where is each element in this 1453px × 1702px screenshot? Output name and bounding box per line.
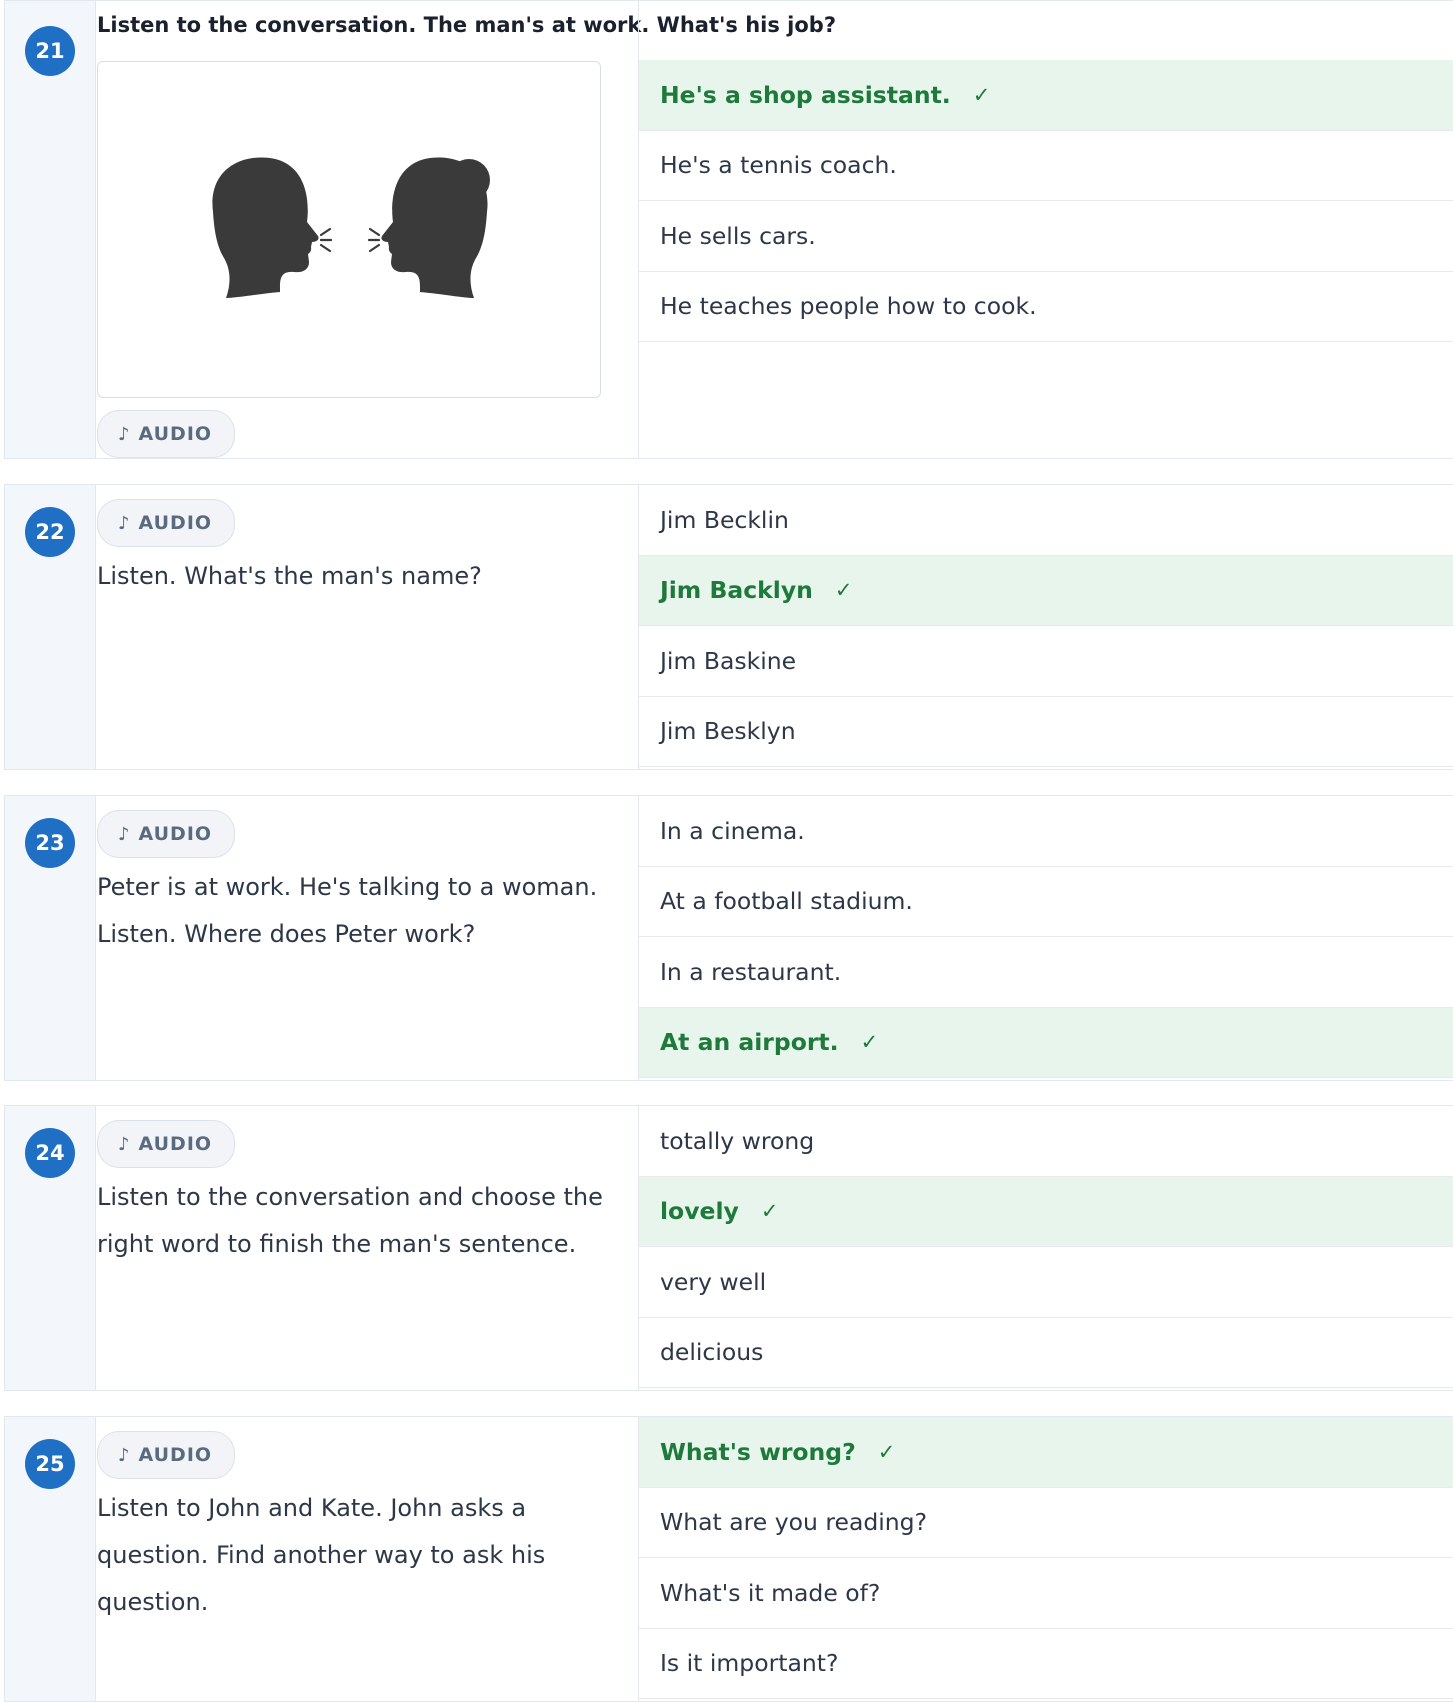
answer-text: He's a shop assistant. bbox=[660, 80, 951, 109]
answer-text: He sells cars. bbox=[660, 221, 816, 250]
question-card-24: 24 ♪ AUDIO Listen to the conversation an… bbox=[4, 1105, 1453, 1391]
answer-text: Jim Baskine bbox=[660, 646, 797, 675]
answer-text: delicious bbox=[660, 1338, 764, 1367]
question-number-badge: 25 bbox=[25, 1439, 75, 1489]
answer-text: Is it important? bbox=[660, 1649, 839, 1678]
answer-option[interactable]: He sells cars. bbox=[639, 201, 1453, 272]
music-note-icon: ♪ bbox=[118, 1444, 131, 1466]
answer-option[interactable]: He teaches people how to cook. bbox=[639, 272, 1453, 342]
checkmark-icon: ✓ bbox=[860, 1030, 879, 1055]
answer-text: At an airport. bbox=[660, 1028, 839, 1057]
question-image bbox=[97, 61, 601, 398]
answer-text: What's wrong? bbox=[660, 1437, 856, 1466]
answer-text: totally wrong bbox=[660, 1126, 815, 1155]
answer-option[interactable]: What's it made of? bbox=[639, 1558, 1453, 1629]
question-number-column: 22 bbox=[5, 485, 96, 769]
two-people-talking-icon bbox=[212, 157, 490, 298]
answer-option[interactable]: Is it important? bbox=[639, 1629, 1453, 1699]
audio-label: AUDIO bbox=[138, 423, 213, 445]
audio-label: AUDIO bbox=[138, 1444, 213, 1466]
question-card-25: 25 ♪ AUDIO Listen to John and Kate. John… bbox=[4, 1416, 1453, 1702]
answer-option[interactable]: In a cinema. bbox=[639, 796, 1453, 867]
answer-option-correct[interactable]: lovely ✓ bbox=[639, 1176, 1453, 1247]
checkmark-icon: ✓ bbox=[760, 1199, 779, 1224]
audio-button[interactable]: ♪ AUDIO bbox=[97, 499, 235, 547]
question-body: ♪ AUDIO Listen to the conversation and c… bbox=[97, 1106, 638, 1390]
question-number-badge: 23 bbox=[25, 818, 75, 868]
answer-option-correct[interactable]: Jim Backlyn ✓ bbox=[639, 555, 1453, 626]
music-note-icon: ♪ bbox=[118, 823, 131, 845]
audio-button[interactable]: ♪ AUDIO bbox=[97, 810, 235, 858]
answer-option-correct[interactable]: He's a shop assistant. ✓ bbox=[639, 60, 1453, 131]
answer-text: lovely bbox=[660, 1197, 739, 1226]
answer-option[interactable]: Jim Becklin bbox=[639, 485, 1453, 556]
answer-option[interactable]: At a football stadium. bbox=[639, 867, 1453, 937]
question-body: ♪ AUDIO Peter is at work. He's talking t… bbox=[97, 796, 638, 1080]
answer-text: He's a tennis coach. bbox=[660, 151, 897, 180]
question-prompt: Listen to John and Kate. John asks a que… bbox=[97, 1494, 546, 1616]
question-card-23: 23 ♪ AUDIO Peter is at work. He's talkin… bbox=[4, 795, 1453, 1081]
question-prompt: Listen. What's the man's name? bbox=[97, 562, 482, 590]
checkmark-icon: ✓ bbox=[834, 578, 853, 603]
music-note-icon: ♪ bbox=[118, 512, 131, 534]
question-number-badge: 21 bbox=[25, 26, 75, 76]
answer-option[interactable]: He's a tennis coach. bbox=[639, 131, 1453, 201]
checkmark-icon: ✓ bbox=[972, 82, 991, 107]
answer-options: In a cinema. At a football stadium. In a… bbox=[638, 796, 1453, 1080]
answer-option[interactable]: Jim Baskine bbox=[639, 626, 1453, 697]
answer-option[interactable]: delicious bbox=[639, 1318, 1453, 1388]
answer-option-correct[interactable]: At an airport. ✓ bbox=[639, 1007, 1453, 1078]
question-prompt: Peter is at work. He's talking to a woma… bbox=[97, 873, 598, 948]
audio-button[interactable]: ♪ AUDIO bbox=[97, 1431, 235, 1479]
answer-text: very well bbox=[660, 1267, 767, 1296]
question-prompt: Listen to the conversation and choose th… bbox=[97, 1183, 603, 1258]
music-note-icon: ♪ bbox=[118, 423, 131, 445]
question-body: ♪ AUDIO Listen. What's the man's name? bbox=[97, 485, 638, 769]
question-card-22: 22 ♪ AUDIO Listen. What's the man's name… bbox=[4, 484, 1453, 770]
answer-text: What's it made of? bbox=[660, 1578, 881, 1607]
audio-button[interactable]: ♪ AUDIO bbox=[97, 410, 235, 458]
answer-text: Jim Besklyn bbox=[660, 717, 796, 746]
question-card-21: 21 Listen to the conversation. The man's… bbox=[4, 0, 1453, 459]
question-number-column: 21 bbox=[5, 1, 96, 458]
question-number-badge: 24 bbox=[25, 1128, 75, 1178]
answer-option[interactable]: totally wrong bbox=[639, 1106, 1453, 1177]
answer-options: totally wrong lovely ✓ very well delicio… bbox=[638, 1106, 1453, 1390]
question-body: Listen to the conversation. The man's at… bbox=[97, 1, 836, 458]
answer-text: What are you reading? bbox=[660, 1508, 928, 1537]
answer-text: In a restaurant. bbox=[660, 957, 842, 986]
question-number-column: 24 bbox=[5, 1106, 96, 1390]
question-number-column: 25 bbox=[5, 1417, 96, 1701]
answer-text: Jim Backlyn bbox=[660, 576, 813, 605]
answer-text: In a cinema. bbox=[660, 816, 805, 845]
audio-label: AUDIO bbox=[138, 512, 213, 534]
answer-option-correct[interactable]: What's wrong? ✓ bbox=[639, 1417, 1453, 1488]
audio-button[interactable]: ♪ AUDIO bbox=[97, 1120, 235, 1168]
answer-option[interactable]: Jim Besklyn bbox=[639, 697, 1453, 767]
answer-text: He teaches people how to cook. bbox=[660, 292, 1037, 321]
music-note-icon: ♪ bbox=[118, 1133, 131, 1155]
question-number-column: 23 bbox=[5, 796, 96, 1080]
question-body: ♪ AUDIO Listen to John and Kate. John as… bbox=[97, 1417, 638, 1701]
answer-option[interactable]: In a restaurant. bbox=[639, 937, 1453, 1008]
answer-text: Jim Becklin bbox=[660, 505, 789, 534]
answer-option[interactable]: very well bbox=[639, 1247, 1453, 1318]
answer-option[interactable]: What are you reading? bbox=[639, 1488, 1453, 1558]
question-number-badge: 22 bbox=[25, 507, 75, 557]
audio-label: AUDIO bbox=[138, 823, 213, 845]
answer-options: He's a shop assistant. ✓ He's a tennis c… bbox=[638, 1, 1453, 458]
answer-options: Jim Becklin Jim Backlyn ✓ Jim Baskine Ji… bbox=[638, 485, 1453, 769]
answer-text: At a football stadium. bbox=[660, 887, 913, 916]
audio-label: AUDIO bbox=[138, 1133, 213, 1155]
answer-options: What's wrong? ✓ What are you reading? Wh… bbox=[638, 1417, 1453, 1701]
checkmark-icon: ✓ bbox=[877, 1439, 896, 1464]
